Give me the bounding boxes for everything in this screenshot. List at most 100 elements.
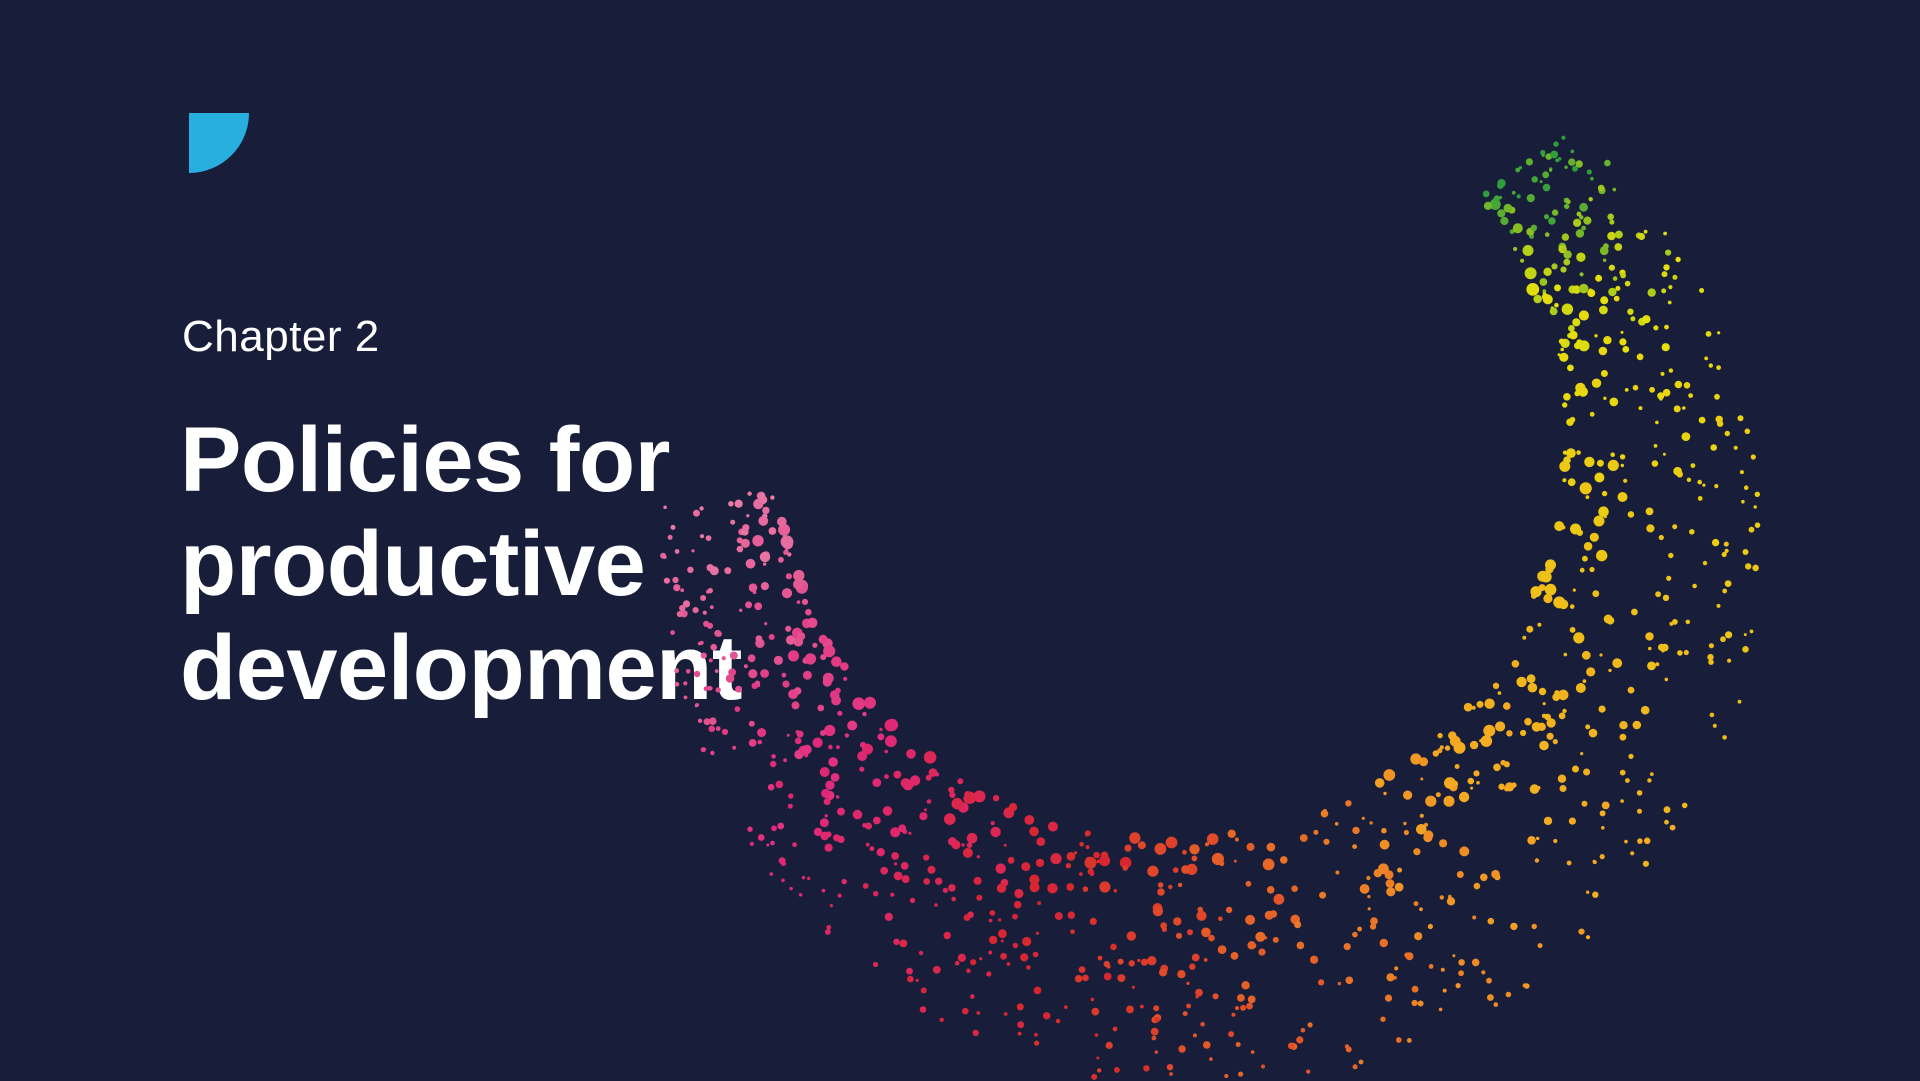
arc-dot bbox=[1386, 973, 1395, 982]
arc-dot bbox=[822, 672, 834, 684]
arc-dot bbox=[1568, 817, 1576, 825]
arc-dot bbox=[1572, 165, 1578, 172]
arc-dot bbox=[817, 704, 825, 712]
arc-dot bbox=[1542, 702, 1546, 706]
arc-dot bbox=[1539, 278, 1548, 286]
arc-dot bbox=[1455, 983, 1461, 989]
arc-dot bbox=[1563, 456, 1571, 465]
arc-dot bbox=[1647, 288, 1656, 297]
arc-dot bbox=[1427, 923, 1433, 930]
arc-dot bbox=[885, 718, 899, 732]
arc-dot bbox=[1381, 827, 1387, 834]
arc-dot bbox=[1677, 650, 1683, 656]
arc-dot bbox=[1540, 571, 1552, 583]
arc-dot bbox=[1448, 731, 1457, 740]
arc-dot bbox=[1318, 979, 1325, 986]
arc-dot bbox=[1544, 713, 1551, 721]
arc-dot bbox=[782, 538, 794, 550]
arc-dot bbox=[785, 625, 792, 632]
arc-dot bbox=[1008, 803, 1018, 812]
arc-dot bbox=[1237, 994, 1245, 1002]
arc-dot bbox=[1664, 324, 1669, 330]
arc-dot bbox=[1446, 897, 1456, 906]
arc-dot bbox=[1663, 806, 1671, 814]
arc-dot bbox=[1410, 753, 1422, 765]
arc-dot bbox=[1272, 936, 1279, 943]
arc-dot bbox=[988, 950, 993, 955]
arc-dot bbox=[1743, 485, 1749, 491]
arc-dot bbox=[962, 847, 973, 858]
arc-dot bbox=[793, 569, 805, 582]
arc-dot bbox=[902, 779, 914, 791]
arc-dot bbox=[835, 795, 840, 799]
arc-dot bbox=[795, 579, 809, 593]
arc-dot bbox=[1054, 912, 1063, 921]
arc-dot bbox=[1741, 499, 1745, 504]
arc-dot bbox=[1579, 202, 1588, 212]
arc-dot bbox=[1724, 548, 1729, 554]
arc-dot bbox=[1609, 219, 1615, 225]
arc-dot bbox=[882, 806, 893, 816]
arc-dot bbox=[884, 774, 889, 779]
arc-dot bbox=[1172, 867, 1179, 873]
arc-dot bbox=[1657, 392, 1665, 400]
arc-dot bbox=[1648, 646, 1652, 651]
arc-dot bbox=[1093, 851, 1100, 859]
arc-dot bbox=[781, 861, 786, 867]
arc-dot bbox=[793, 687, 802, 695]
arc-dot bbox=[747, 654, 756, 663]
arc-dot bbox=[1094, 1033, 1099, 1037]
arc-dot bbox=[783, 550, 788, 555]
arc-dot bbox=[1419, 757, 1429, 767]
arc-dot bbox=[1606, 616, 1615, 625]
arc-dot bbox=[1545, 559, 1556, 571]
arc-dot bbox=[1522, 635, 1527, 640]
arc-dot bbox=[1119, 856, 1132, 869]
arc-dot bbox=[1599, 810, 1606, 817]
arc-dot bbox=[1716, 603, 1721, 608]
arc-dot bbox=[919, 1006, 927, 1013]
arc-dot bbox=[1035, 931, 1040, 935]
arc-dot bbox=[751, 682, 758, 689]
arc-dot bbox=[1681, 432, 1691, 441]
arc-dot bbox=[1647, 661, 1656, 671]
arc-dot bbox=[1087, 868, 1094, 875]
arc-dot bbox=[1531, 593, 1537, 599]
arc-dot bbox=[1089, 917, 1097, 926]
arc-dot bbox=[743, 664, 748, 669]
arc-dot bbox=[1742, 646, 1749, 653]
arc-dot bbox=[1672, 619, 1678, 625]
title-line-1: Policies for bbox=[180, 409, 670, 511]
arc-dot bbox=[1483, 724, 1496, 737]
arc-dot bbox=[798, 745, 809, 756]
arc-dot bbox=[804, 753, 809, 758]
arc-dot bbox=[760, 582, 770, 591]
arc-dot bbox=[778, 857, 786, 865]
arc-dot bbox=[1113, 888, 1118, 893]
arc-dot bbox=[1562, 708, 1567, 714]
arc-dot bbox=[767, 783, 775, 791]
arc-dot bbox=[1052, 855, 1056, 859]
arc-dot bbox=[1529, 234, 1534, 239]
arc-dot bbox=[1266, 886, 1275, 894]
arc-dot bbox=[1727, 658, 1732, 663]
arc-dot bbox=[1660, 371, 1665, 376]
arc-dot bbox=[973, 876, 982, 885]
arc-dot bbox=[1643, 229, 1648, 234]
arc-dot bbox=[1668, 368, 1674, 373]
arc-dot bbox=[1178, 1045, 1186, 1053]
arc-dot bbox=[1549, 167, 1553, 171]
arc-dot bbox=[1512, 223, 1523, 234]
arc-dot bbox=[1541, 293, 1549, 301]
arc-dot bbox=[1754, 522, 1761, 528]
arc-dot bbox=[1487, 917, 1495, 925]
arc-dot bbox=[757, 834, 765, 841]
arc-dot bbox=[1725, 631, 1733, 639]
arc-dot bbox=[1627, 686, 1635, 694]
arc-dot bbox=[1394, 966, 1399, 971]
arc-dot bbox=[1458, 791, 1470, 803]
arc-dot bbox=[1034, 1040, 1040, 1046]
arc-dot bbox=[1290, 914, 1300, 925]
arc-dot bbox=[1662, 388, 1671, 397]
arc-dot bbox=[764, 622, 768, 626]
